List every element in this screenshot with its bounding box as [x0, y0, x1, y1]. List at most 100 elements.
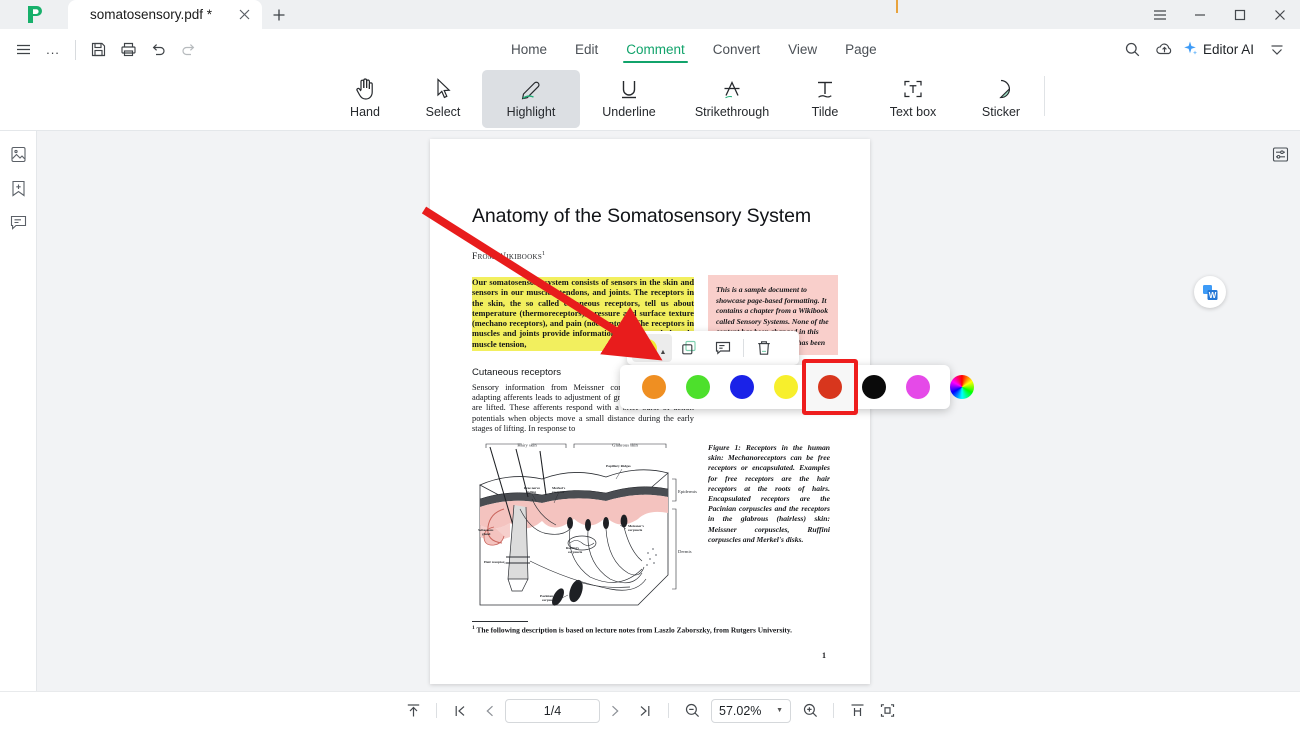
divider: [668, 703, 669, 718]
annotation-popup-toolbar: ▲: [627, 331, 799, 365]
progress-tick: [896, 0, 898, 13]
minimize-icon[interactable]: [1180, 0, 1220, 29]
new-tab-button[interactable]: [262, 0, 296, 29]
zoom-out-icon[interactable]: [677, 697, 707, 725]
close-icon[interactable]: [236, 7, 252, 23]
document-tab-label: somatosensory.pdf *: [90, 7, 213, 22]
document-page-number: 1: [822, 651, 826, 660]
document-workspace: Anatomy of the Somatosensory System From…: [0, 131, 1300, 691]
svg-text:Papillary Ridges: Papillary Ridges: [606, 464, 631, 468]
tab-edit-label: Edit: [575, 42, 599, 57]
first-page-icon[interactable]: [445, 697, 475, 725]
tool-text-box[interactable]: Text box: [864, 70, 962, 128]
underline-icon: [616, 74, 642, 104]
search-icon[interactable]: [1118, 35, 1148, 65]
page-thumbnail-icon[interactable]: [5, 141, 31, 167]
svg-text:ending: ending: [526, 490, 536, 494]
convert-to-word-button[interactable]: W: [1194, 276, 1226, 308]
app-logo: [0, 0, 68, 29]
collapse-ribbon-icon[interactable]: [1262, 35, 1292, 65]
hand-icon: [354, 74, 376, 104]
word-convert-icon: W: [1202, 284, 1217, 300]
document-tab[interactable]: somatosensory.pdf *: [68, 0, 262, 29]
tab-home[interactable]: Home: [497, 29, 561, 70]
footnote-body: The following description is based on le…: [476, 625, 793, 635]
tool-tilde[interactable]: Tilde: [786, 70, 864, 128]
tool-underline[interactable]: Underline: [580, 70, 678, 128]
svg-text:W: W: [1208, 291, 1216, 300]
tab-page-label: Page: [845, 42, 877, 57]
tool-hand[interactable]: Hand: [326, 70, 404, 128]
figure-caption: Figure 1: Receptors in the human skin: M…: [708, 443, 830, 544]
color-swatch-blue[interactable]: [730, 375, 754, 399]
tab-convert[interactable]: Convert: [699, 29, 774, 70]
comment-note-icon[interactable]: [706, 334, 740, 362]
tool-highlight[interactable]: Highlight: [482, 70, 580, 128]
pdf-editor-app: somatosensory.pdf * ... Home Edit Commen…: [0, 0, 1300, 729]
divider: [743, 339, 744, 357]
color-swatch-black[interactable]: [862, 375, 886, 399]
header-right-actions: Editor AI: [1118, 29, 1292, 70]
zoom-in-icon[interactable]: [795, 697, 825, 725]
window-controls: [1140, 0, 1300, 29]
cloud-upload-icon[interactable]: [1150, 35, 1180, 65]
highlighter-pen-icon: [518, 74, 544, 104]
undo-icon[interactable]: [143, 35, 173, 65]
copy-icon[interactable]: [672, 334, 706, 362]
svg-text:Hairy skin: Hairy skin: [517, 443, 537, 448]
tab-comment[interactable]: Comment: [612, 29, 699, 70]
sliders-icon[interactable]: [1267, 141, 1293, 167]
page-number-input[interactable]: 1/4: [505, 698, 600, 723]
color-picker-button[interactable]: ▲: [632, 334, 672, 362]
caret-down-icon[interactable]: ▼: [776, 707, 783, 714]
swatch-yellow: [774, 375, 798, 399]
skin-anatomy-diagram: Hairy skin Glabrous skin Epidermis Dermi…: [478, 443, 697, 606]
tab-view[interactable]: View: [774, 29, 831, 70]
caret-up-icon[interactable]: ▲: [660, 349, 667, 356]
save-icon[interactable]: [83, 35, 113, 65]
zoom-level-input[interactable]: 57.02% ▼: [711, 698, 791, 723]
tab-edit[interactable]: Edit: [561, 29, 612, 70]
last-page-icon[interactable]: [630, 697, 660, 725]
footnote-number: 1: [472, 625, 475, 631]
color-swatch-red-selected[interactable]: [802, 359, 858, 415]
svg-text:corpuscle: corpuscle: [542, 598, 557, 602]
fit-width-icon[interactable]: [842, 697, 872, 725]
quick-access-toolbar: ...: [0, 29, 203, 70]
tab-home-label: Home: [511, 42, 548, 57]
window-title-bar: somatosensory.pdf *: [0, 0, 1300, 29]
tab-page[interactable]: Page: [831, 29, 891, 70]
color-swatch-custom[interactable]: [950, 375, 974, 399]
bookmark-add-icon[interactable]: [5, 175, 31, 201]
hamburger-icon[interactable]: [1140, 0, 1180, 29]
color-swatch-yellow[interactable]: [774, 375, 798, 399]
color-swatch-green[interactable]: [686, 375, 710, 399]
tool-tilde-label: Tilde: [811, 105, 839, 119]
swatch-green: [686, 375, 710, 399]
tool-select-label: Select: [425, 105, 461, 119]
close-icon[interactable]: [1260, 0, 1300, 29]
comment-icon[interactable]: [5, 209, 31, 235]
footnote-marker: 1: [542, 251, 546, 257]
svg-text:receptor: receptor: [552, 490, 565, 494]
print-icon[interactable]: [113, 35, 143, 65]
more-options-label: ...: [46, 42, 60, 57]
hamburger-menu-icon[interactable]: [8, 35, 38, 65]
fit-page-icon[interactable]: [872, 697, 902, 725]
redo-icon[interactable]: [173, 35, 203, 65]
color-swatch-orange[interactable]: [642, 375, 666, 399]
more-options-button[interactable]: ...: [38, 35, 68, 65]
tool-strikethrough[interactable]: Strikethrough: [678, 70, 786, 128]
previous-page-icon[interactable]: [475, 697, 505, 725]
maximize-icon[interactable]: [1220, 0, 1260, 29]
editor-ai-button[interactable]: Editor AI: [1182, 40, 1260, 59]
cursor-arrow-icon: [433, 74, 453, 104]
comment-tools-group: Hand Select Highlight Underline Striketh…: [326, 70, 1049, 128]
trash-icon[interactable]: [747, 334, 781, 362]
tool-sticker[interactable]: Sticker: [962, 70, 1040, 128]
color-swatch-magenta[interactable]: [906, 375, 930, 399]
scroll-to-top-icon[interactable]: [398, 697, 428, 725]
tool-select[interactable]: Select: [404, 70, 482, 128]
swatch-blue: [730, 375, 754, 399]
next-page-icon[interactable]: [600, 697, 630, 725]
